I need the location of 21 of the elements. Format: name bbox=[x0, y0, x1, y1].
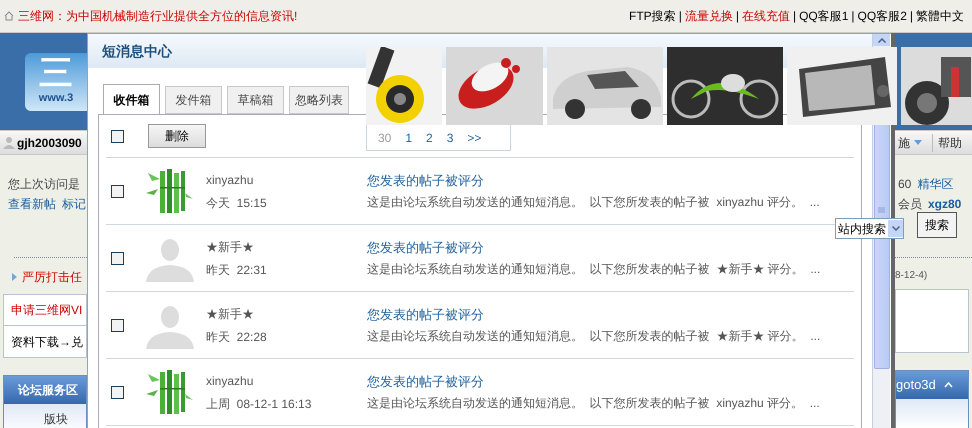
section-title: goto3d bbox=[896, 376, 936, 394]
message-summary: 这是由论坛系统自动发送的通知短消息。 以下您所发表的帖子被 ★新手★ 评分。 ... bbox=[367, 328, 820, 346]
date-text: 8-12-4) bbox=[895, 269, 928, 283]
message-time: 昨天 22:31 bbox=[206, 262, 268, 278]
message-time: 今天 15:15 bbox=[206, 194, 268, 212]
separator: | bbox=[736, 8, 739, 25]
message-time: 昨天 22:28 bbox=[206, 328, 268, 346]
separator: | bbox=[792, 8, 796, 25]
message-summary: 这是由论坛系统自动发送的通知短消息。 以下您所发表的帖子被 xinyazhu 评分。 ... bbox=[367, 194, 820, 212]
last-visit-text: 您上次访问是 bbox=[8, 176, 81, 193]
separator: | bbox=[910, 8, 913, 25]
stat-label: 60 bbox=[898, 176, 912, 193]
column-header: 版块 bbox=[4, 404, 86, 428]
message-time: 上周 08-12-1 16:13 bbox=[206, 396, 312, 412]
section-header: 论坛服务区 bbox=[4, 376, 86, 404]
message-summary: 这是由论坛系统自动发送的通知短消息。 以下您所发表的帖子被 ★新手★ 评分。 ... bbox=[367, 261, 820, 278]
separator: | bbox=[851, 8, 855, 25]
message-summary: 这是由论坛系统自动发送的通知短消息。 以下您所发表的帖子被 xinyazhu 评分。 ... bbox=[367, 395, 820, 412]
separator: | bbox=[678, 8, 682, 25]
stat-label: 会员 bbox=[898, 196, 922, 213]
site-slogan: 三维网：为中国机械制造行业提供全方位的信息资讯! bbox=[18, 8, 298, 25]
